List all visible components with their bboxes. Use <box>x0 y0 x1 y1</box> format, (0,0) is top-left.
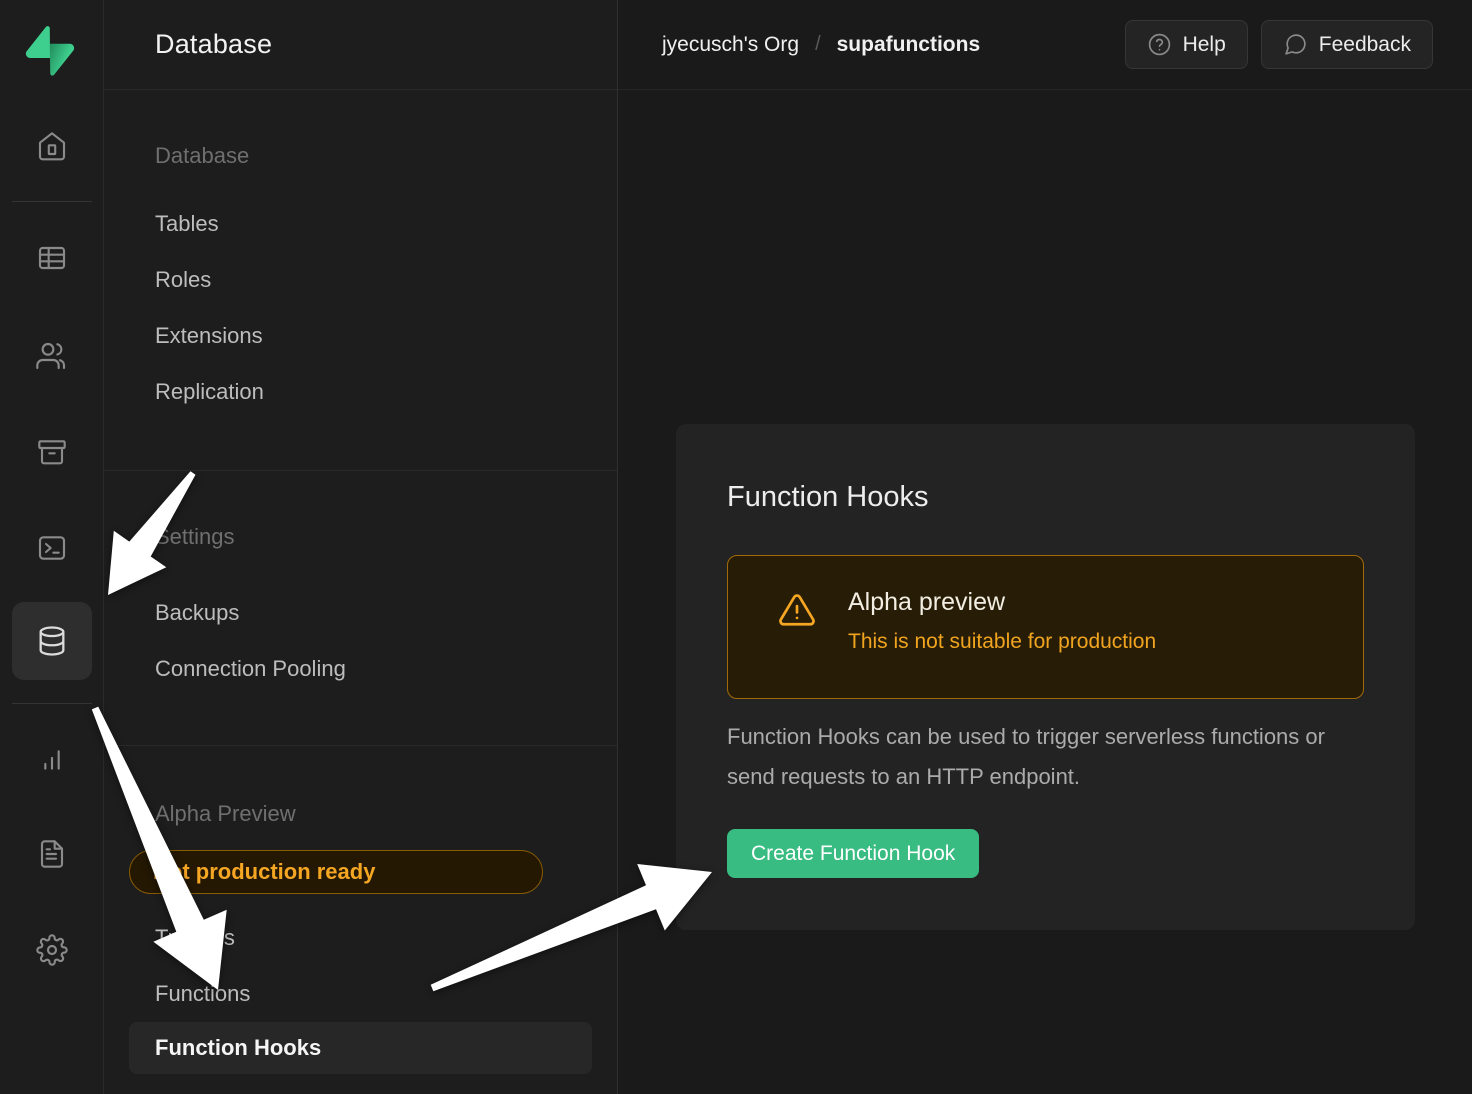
settings-gear-icon[interactable] <box>28 926 76 974</box>
help-icon <box>1147 32 1172 57</box>
sidebar-item-connection-pooling[interactable]: Connection Pooling <box>104 641 617 697</box>
database-sidebar: Database Database Tables Roles Extension… <box>104 0 618 1094</box>
sidebar-item-roles[interactable]: Roles <box>104 252 617 308</box>
breadcrumb-project[interactable]: supafunctions <box>837 33 981 57</box>
feedback-button-label: Feedback <box>1319 33 1411 57</box>
badge-label: Not production ready <box>153 859 375 885</box>
alert-body: Alpha preview This is not suitable for p… <box>848 588 1156 698</box>
sidebar-item-function-hooks[interactable]: Function Hooks <box>129 1022 592 1074</box>
alert-message: This is not suitable for production <box>848 630 1156 654</box>
function-hooks-card: Function Hooks Alpha preview This is not… <box>676 424 1415 930</box>
rail-divider <box>12 201 92 202</box>
section-label: Settings <box>104 523 617 551</box>
sidebar-item-extensions[interactable]: Extensions <box>104 308 617 364</box>
sidebar-section-database: Database Tables Roles Extensions Replica… <box>104 90 617 420</box>
section-label: Alpha Preview <box>104 800 617 828</box>
database-icon[interactable] <box>28 617 76 665</box>
sidebar-item-triggers[interactable]: Triggers <box>104 910 617 966</box>
auth-users-icon[interactable] <box>28 332 76 380</box>
icon-rail <box>0 0 104 1094</box>
breadcrumb-org[interactable]: jyecusch's Org <box>662 33 799 57</box>
sidebar-title: Database <box>155 29 272 60</box>
header-actions: Help Feedback <box>1125 20 1433 69</box>
supabase-logo-icon[interactable] <box>25 26 75 76</box>
sidebar-item-functions[interactable]: Functions <box>104 966 617 1022</box>
help-button-label: Help <box>1183 33 1226 57</box>
sidebar-section-alpha-preview: Alpha Preview Not production ready Trigg… <box>104 746 617 1074</box>
feedback-chat-icon <box>1283 32 1308 57</box>
create-function-hook-button[interactable]: Create Function Hook <box>727 829 979 878</box>
logs-icon[interactable] <box>28 830 76 878</box>
card-description: Function Hooks can be used to trigger se… <box>727 717 1367 797</box>
section-label: Database <box>104 142 617 170</box>
app-window: Database Database Tables Roles Extension… <box>0 0 1472 1094</box>
feedback-button[interactable]: Feedback <box>1261 20 1433 69</box>
breadcrumb-separator: / <box>815 33 821 56</box>
breadcrumb: jyecusch's Org / supafunctions <box>662 33 980 57</box>
sidebar-item-backups[interactable]: Backups <box>104 585 617 641</box>
sidebar-item-tables[interactable]: Tables <box>104 196 617 252</box>
storage-icon[interactable] <box>28 428 76 476</box>
alert-title: Alpha preview <box>848 588 1156 617</box>
main-header: jyecusch's Org / supafunctions Help <box>618 0 1472 90</box>
sidebar-section-settings: Settings Backups Connection Pooling <box>104 471 617 697</box>
help-button[interactable]: Help <box>1125 20 1248 69</box>
sidebar-item-replication[interactable]: Replication <box>104 364 617 420</box>
sql-editor-icon[interactable] <box>28 524 76 572</box>
table-editor-icon[interactable] <box>28 234 76 282</box>
sidebar-header: Database <box>104 0 617 90</box>
reports-icon[interactable] <box>28 734 76 782</box>
card-title: Function Hooks <box>727 424 1364 514</box>
rail-divider <box>12 703 92 704</box>
alpha-preview-alert: Alpha preview This is not suitable for p… <box>727 555 1364 699</box>
main-area: jyecusch's Org / supafunctions Help <box>618 0 1472 1094</box>
warning-triangle-icon <box>778 591 816 698</box>
home-icon[interactable] <box>28 122 76 170</box>
not-production-ready-badge: Not production ready <box>129 850 543 894</box>
